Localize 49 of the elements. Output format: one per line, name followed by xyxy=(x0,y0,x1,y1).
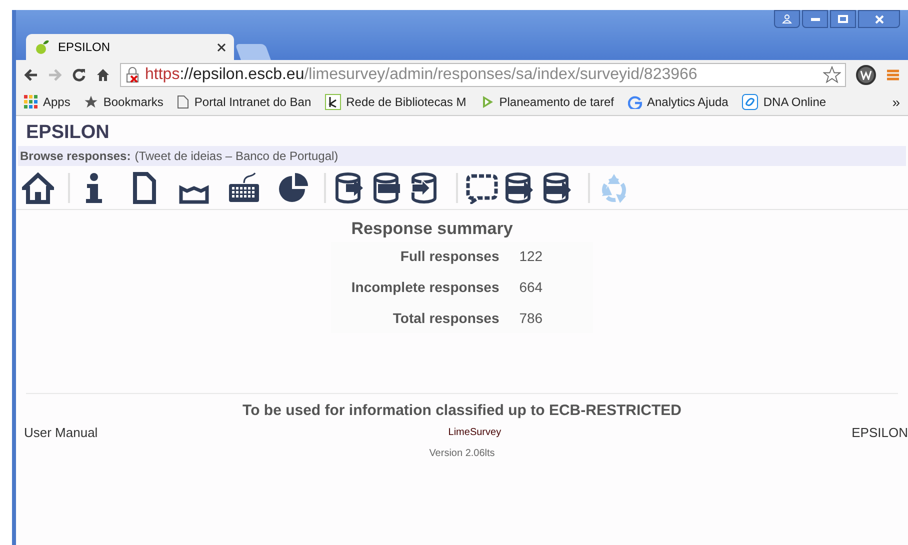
lime-icon xyxy=(34,39,50,55)
summary-title: Response summary xyxy=(351,218,514,240)
bookmark[interactable]: Analytics Ajuda xyxy=(628,93,728,111)
dashed-bubble-icon[interactable] xyxy=(466,172,498,204)
bookmark[interactable]: Planeamento de taref xyxy=(480,93,614,111)
bookmark[interactable]: Apps xyxy=(24,93,70,111)
menu-icon[interactable] xyxy=(886,68,900,82)
more-bookmarks-button[interactable]: » xyxy=(892,92,900,112)
row-value: 122 xyxy=(519,246,544,266)
bookmark[interactable]: DNA Online xyxy=(742,93,826,111)
back-icon[interactable] xyxy=(24,68,38,82)
g-icon xyxy=(628,95,642,109)
profile-icon[interactable] xyxy=(774,10,800,28)
tab-title: EPSILON xyxy=(58,39,112,56)
row-label: Incomplete responses xyxy=(351,278,500,297)
play-icon xyxy=(480,95,494,109)
close-icon[interactable] xyxy=(858,10,900,28)
classification-notice: To be used for information classified up to ECB-RESTRICTED xyxy=(242,401,682,421)
user-manual-link[interactable]: User Manual xyxy=(24,422,98,442)
bookmark[interactable]: Rede de Bibliotecas M xyxy=(325,93,466,111)
page-icon xyxy=(177,95,190,109)
row-value: 664 xyxy=(519,278,544,296)
home-icon[interactable] xyxy=(96,68,110,82)
url-text: https://epsilon.escb.eu/limesurvey/admin/responses/sa/index/surveyid/823966 xyxy=(145,64,698,84)
extension-icon[interactable] xyxy=(856,64,876,84)
keyboard-icon[interactable] xyxy=(228,172,260,204)
reload-icon[interactable] xyxy=(72,68,86,82)
star-icon xyxy=(84,95,98,109)
breadcrumb-detail: (Tweet de ideias – Banco de Portugal) xyxy=(134,148,338,165)
home-icon[interactable] xyxy=(22,172,54,204)
bookmark[interactable]: Portal Intranet do Ban xyxy=(177,93,312,111)
limesurvey-link[interactable]: LimeSurvey xyxy=(448,424,502,440)
star-icon[interactable] xyxy=(823,66,841,84)
address-bar[interactable]: https://epsilon.escb.eu/limesurvey/admin/responses/sa/index/surveyid/823966 xyxy=(120,62,846,86)
bookmark[interactable]: Bookmarks xyxy=(84,93,164,111)
row-label: Full responses xyxy=(399,246,500,266)
close-tab-icon[interactable] xyxy=(217,42,226,52)
pie-chart-icon[interactable] xyxy=(278,172,310,204)
site-title: EPSILON xyxy=(26,120,110,145)
k-icon xyxy=(325,94,342,110)
browser-tab[interactable]: EPSILON xyxy=(26,34,234,60)
row-value: 786 xyxy=(519,308,544,328)
apps-icon xyxy=(24,95,38,109)
footer-site-name: EPSILON xyxy=(852,424,908,442)
minimize-icon[interactable] xyxy=(802,10,828,28)
version-text: Version 2.06lts xyxy=(429,447,495,461)
row-label: Total responses xyxy=(392,308,500,328)
maximize-icon[interactable] xyxy=(830,10,856,28)
breadcrumb-label: Browse responses: xyxy=(20,148,131,165)
